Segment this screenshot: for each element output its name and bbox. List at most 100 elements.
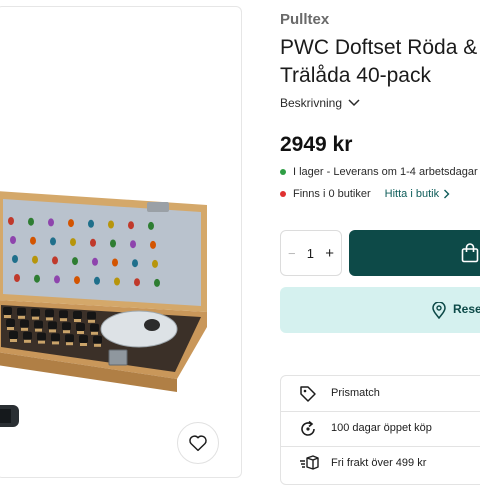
shopping-bag-icon — [461, 243, 479, 263]
aroma-bottle-label — [77, 331, 84, 334]
find-in-store-link[interactable]: Hitta i butik — [385, 188, 450, 200]
aroma-bottle-cap — [20, 319, 29, 328]
quantity-decrease-button[interactable]: − — [288, 246, 296, 261]
aroma-bottle-label — [32, 316, 39, 320]
lid-aroma-picture — [54, 275, 60, 284]
chevron-right-icon — [444, 189, 450, 199]
heart-icon — [189, 435, 207, 452]
lid-aroma-picture — [48, 218, 54, 227]
aroma-bottle-label — [80, 343, 87, 346]
lid-aroma-picture — [132, 259, 138, 268]
find-in-store-label: Hitta i butik — [384, 188, 440, 200]
lid-aroma-picture — [34, 274, 40, 283]
aroma-bottle-label — [66, 342, 73, 346]
store-stock-text: Finns i 0 butiker — [293, 188, 371, 200]
description-label: Beskrivning — [280, 96, 343, 110]
lid-aroma-picture — [94, 276, 100, 285]
benefit-price-match[interactable]: Prismatch — [281, 376, 480, 412]
add-to-cart-button[interactable] — [349, 230, 480, 276]
return-arrow-icon — [301, 420, 315, 436]
lid-aroma-picture — [72, 257, 78, 266]
lid-aroma-picture — [110, 239, 116, 248]
aroma-bottle-cap — [23, 331, 32, 340]
product-image[interactable] — [0, 7, 241, 477]
aroma-bottle-label — [94, 343, 101, 347]
reserve-in-store-button[interactable]: Rese — [280, 287, 480, 333]
aroma-bottle-label — [18, 315, 25, 319]
product-title: PWC Doftset Röda & Trälåda 40-pack — [280, 34, 477, 90]
lid-aroma-picture — [88, 219, 94, 228]
aroma-bottle-cap — [17, 307, 26, 316]
aroma-bottle-cap — [76, 323, 85, 331]
quantity-value[interactable]: 1 — [307, 246, 314, 261]
brand-name[interactable]: Pulltex — [280, 11, 329, 28]
benefit-label: 100 dagar öppet köp — [331, 422, 432, 434]
aroma-bottle-cap — [45, 309, 54, 318]
aroma-bottle-label — [74, 319, 81, 322]
aroma-bottle-cap — [62, 322, 71, 331]
lid-aroma-picture — [90, 238, 96, 247]
lid-aroma-picture — [150, 240, 156, 249]
benefit-label: Prismatch — [331, 387, 380, 399]
lid-aroma-picture — [74, 276, 80, 285]
aroma-bottle-label — [60, 318, 67, 322]
lid-aroma-picture — [112, 258, 118, 267]
aroma-bottle-cap — [79, 335, 88, 343]
wishlist-button[interactable] — [177, 422, 219, 464]
lid-aroma-picture — [10, 236, 16, 244]
lid-aroma-picture — [50, 237, 56, 246]
online-stock-status: I lager - Leverans om 1-4 arbetsdagar — [280, 166, 478, 178]
lid-aroma-picture — [32, 255, 38, 264]
delivery-box-icon — [300, 455, 319, 470]
out-of-stock-dot-icon — [280, 191, 286, 197]
description-toggle[interactable]: Beskrivning — [280, 96, 360, 110]
aroma-bottle-label — [91, 331, 98, 335]
aroma-bottle-label — [4, 315, 11, 318]
lid-aroma-picture — [8, 217, 14, 225]
lid-aroma-picture — [128, 221, 134, 230]
aroma-bottle-label — [63, 330, 70, 334]
in-stock-dot-icon — [280, 169, 286, 175]
lid-aroma-picture — [28, 217, 34, 226]
reserve-label: Rese — [453, 302, 480, 316]
aroma-bottle-cap — [31, 308, 40, 317]
benefit-free-shipping[interactable]: Fri frakt över 499 kr — [281, 446, 480, 481]
aroma-bottle-cap — [48, 321, 57, 330]
aroma-bottle-label — [38, 340, 45, 344]
lid-aroma-picture — [148, 221, 154, 230]
aroma-bottle-cap — [87, 311, 96, 320]
product-image-card — [0, 6, 242, 478]
quantity-increase-button[interactable]: + — [325, 245, 334, 262]
aroma-bottle-label — [24, 339, 31, 343]
aroma-bottle-cap — [73, 311, 82, 319]
lid-aroma-picture — [134, 278, 140, 287]
online-stock-text: I lager - Leverans om 1-4 arbetsdagar — [293, 166, 478, 178]
lid-aroma-picture — [108, 220, 114, 229]
aroma-bottle-cap — [59, 310, 68, 319]
aroma-bottle-label — [21, 327, 28, 331]
quantity-stepper: − 1 + — [280, 230, 342, 276]
lid-aroma-picture — [70, 238, 76, 247]
price-tag-icon — [300, 386, 316, 402]
location-pin-icon — [432, 302, 446, 319]
benefit-open-purchase[interactable]: 100 dagar öppet köp — [281, 411, 480, 447]
aroma-bottle-label — [7, 327, 14, 330]
aroma-bottle-cap — [6, 319, 15, 327]
product-price: 2949 kr — [280, 133, 353, 156]
lid-aroma-picture — [152, 259, 158, 268]
aroma-bottle-cap — [34, 320, 43, 329]
benefits-list: Prismatch 100 dagar öppet köp Fri frakt … — [280, 375, 480, 485]
product-title-line-2: Trälåda 40-pack — [280, 64, 431, 87]
chevron-down-icon — [348, 99, 360, 107]
aroma-bottle-label — [35, 328, 42, 332]
lid-aroma-picture — [68, 219, 74, 228]
aroma-bottle-cap — [3, 307, 12, 315]
aroma-bottle-cap — [51, 333, 60, 342]
store-stock-status: Finns i 0 butiker Hitta i butik — [280, 188, 450, 200]
aroma-bottle-cap — [90, 323, 99, 332]
lid-aroma-picture — [12, 255, 18, 263]
lid-aroma-picture — [130, 240, 136, 249]
aroma-bottle-label — [46, 317, 53, 321]
aroma-bottle-cap — [65, 334, 74, 343]
lid-aroma-picture — [14, 274, 20, 282]
